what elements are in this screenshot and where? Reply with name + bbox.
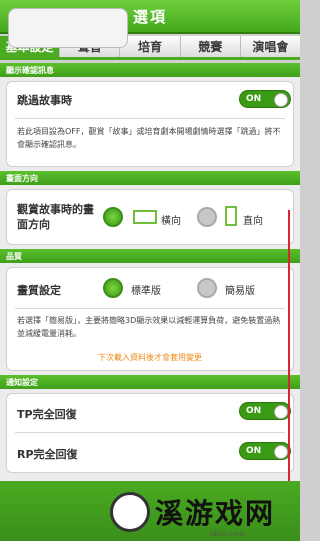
section-header-confirm: 顯示確認訊息 [0,63,300,77]
landscape-radio[interactable] [103,207,123,227]
skip-story-toggle[interactable]: ON [239,90,291,108]
section-header-push: 通知設定 [0,375,300,389]
section-header-orientation: 畫面方向 [0,171,300,185]
toggle-knob [274,445,288,459]
quality-label: 畫質設定 [17,284,61,297]
bottom-button[interactable] [8,8,128,48]
scrollbar[interactable] [288,210,290,510]
watermark-text: 溪游戏网 [155,497,276,530]
watermark-url: idcin.com [210,530,244,538]
confirm-panel: 跳過故事時 ON 若此項目設為OFF，觀賞「故事」或培育劇本開場劇情時選擇「跳過… [6,81,294,167]
toggle-on-text: ON [246,406,262,416]
light-radio[interactable] [197,278,217,298]
landscape-label: 橫向 [161,216,181,227]
portrait-label: 直向 [243,216,263,227]
rp-recover-label: RP完全回復 [17,448,78,461]
quality-note: 若選擇「簡易版」，主要將簡略3D顯示效果以減輕運算負荷，避免裝置過熱並減緩電量消… [17,316,281,338]
toggle-on-text: ON [246,94,262,104]
portrait-radio[interactable] [197,207,217,227]
tp-recover-label: TP完全回復 [17,408,77,421]
divider [15,432,285,433]
toggle-on-text: ON [246,446,262,456]
page-title: 選項 [132,7,167,26]
portrait-icon [225,206,237,226]
tab-race[interactable]: 競賽 [180,36,241,57]
tab-training[interactable]: 培育 [120,36,181,57]
skip-story-label: 跳過故事時 [17,94,72,107]
rp-recover-toggle[interactable]: ON [239,442,291,460]
light-label: 簡易版 [225,286,255,297]
divider [15,308,285,309]
quality-panel: 畫質設定 標準版 簡易版 若選擇「簡易版」，主要將簡略3D顯示效果以減輕運算負荷… [6,267,294,371]
orientation-label: 觀賞故事時的畫面方向 [17,203,94,231]
toggle-knob [274,405,288,419]
tp-recover-toggle[interactable]: ON [239,402,291,420]
standard-label: 標準版 [131,286,161,297]
landscape-icon [133,210,157,224]
tab-concert[interactable]: 演唱會 [240,36,301,57]
standard-radio[interactable] [103,278,123,298]
settings-content: 顯示確認訊息 跳過故事時 ON 若此項目設為OFF，觀賞「故事」或培育劇本開場劇… [0,63,300,481]
orientation-panel: 觀賞故事時的畫面方向 橫向 直向 [6,189,294,245]
skip-story-note: 若此項目設為OFF，觀賞「故事」或培育劇本開場劇情時選擇「跳過」將不會顯示確認訊… [17,127,281,149]
quality-apply-note: 下次載入資料後才會套用變更 [98,353,202,362]
watermark-logo-icon [110,492,150,532]
push-panel: TP完全回復 ON RP完全回復 ON [6,393,294,473]
toggle-knob [274,93,288,107]
section-header-quality: 品質 [0,249,300,263]
